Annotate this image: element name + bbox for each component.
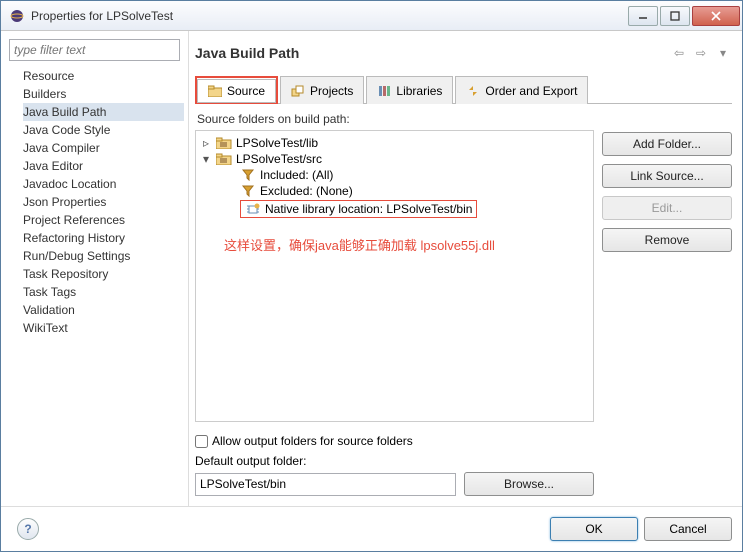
tree-child-node[interactable]: Excluded: (None): [224, 183, 589, 199]
filter-icon: [240, 184, 256, 198]
tree-node[interactable]: ▾LPSolveTest/src: [200, 151, 589, 167]
source-folders-tree[interactable]: ▹LPSolveTest/lib▾LPSolveTest/srcIncluded…: [195, 130, 594, 422]
page-title: Java Build Path: [195, 45, 666, 61]
tree-node[interactable]: ▹LPSolveTest/lib: [200, 135, 589, 151]
link-source-button[interactable]: Link Source...: [602, 164, 732, 188]
sidebar-item-task-tags[interactable]: Task Tags: [23, 283, 184, 301]
sidebar-item-refactoring-history[interactable]: Refactoring History: [23, 229, 184, 247]
sidebar-item-builders[interactable]: Builders: [23, 85, 184, 103]
category-list: ResourceBuildersJava Build PathJava Code…: [5, 67, 184, 337]
cancel-button[interactable]: Cancel: [644, 517, 732, 541]
sidebar-item-java-editor[interactable]: Java Editor: [23, 157, 184, 175]
window-title: Properties for LPSolveTest: [31, 9, 626, 23]
tree-child-node[interactable]: Included: (All): [224, 167, 589, 183]
edit-button[interactable]: Edit...: [602, 196, 732, 220]
sidebar-item-resource[interactable]: Resource: [23, 67, 184, 85]
titlebar: Properties for LPSolveTest: [1, 1, 742, 31]
sidebar-item-json-properties[interactable]: Json Properties: [23, 193, 184, 211]
filter-box: [9, 39, 180, 61]
tree-area: Source folders on build path: ▹LPSolveTe…: [195, 104, 594, 506]
browse-button[interactable]: Browse...: [464, 472, 594, 496]
sidebar-item-javadoc-location[interactable]: Javadoc Location: [23, 175, 184, 193]
dialog-button-bar: ? OK Cancel: [1, 506, 742, 551]
dialog-right-buttons: OK Cancel: [550, 517, 732, 541]
sidebar-item-validation[interactable]: Validation: [23, 301, 184, 319]
sidebar-item-task-repository[interactable]: Task Repository: [23, 265, 184, 283]
page-header: Java Build Path ⇦ ⇨ ▾: [195, 35, 732, 71]
default-output-label: Default output folder:: [195, 454, 594, 468]
sidebar-item-java-build-path[interactable]: Java Build Path: [23, 103, 184, 121]
sidebar-item-run-debug-settings[interactable]: Run/Debug Settings: [23, 247, 184, 265]
minimize-button[interactable]: [628, 6, 658, 26]
main-panel: Java Build Path ⇦ ⇨ ▾ SourceProjectsLibr…: [189, 31, 742, 506]
help-button[interactable]: ?: [17, 518, 39, 540]
order-export-icon: [466, 84, 480, 98]
eclipse-icon: [9, 8, 25, 24]
source-folder-icon: [208, 84, 222, 98]
dialog-body: ResourceBuildersJava Build PathJava Code…: [1, 31, 742, 506]
view-menu-button[interactable]: ▾: [714, 44, 732, 62]
allow-output-label: Allow output folders for source folders: [212, 434, 413, 448]
remove-button[interactable]: Remove: [602, 228, 732, 252]
native-library-icon: [245, 202, 261, 216]
highlight-native-library: Native library location: LPSolveTest/bin: [240, 200, 477, 218]
bottom-area: Allow output folders for source folders …: [195, 422, 594, 506]
tab-order-and-export[interactable]: Order and Export: [455, 76, 588, 104]
package-folder-icon: [216, 136, 232, 150]
libraries-icon: [377, 84, 391, 98]
sidebar-item-wikitext[interactable]: WikiText: [23, 319, 184, 337]
annotation-text: 这样设置，确保java能够正确加载 lpsolve55j.dll: [224, 235, 589, 254]
expand-icon[interactable]: ▹: [200, 136, 212, 150]
collapse-icon[interactable]: ▾: [200, 152, 212, 166]
content-row: Source folders on build path: ▹LPSolveTe…: [195, 104, 732, 506]
category-sidebar: ResourceBuildersJava Build PathJava Code…: [1, 31, 189, 506]
tree-label: Source folders on build path:: [197, 112, 594, 126]
filter-icon: [240, 168, 256, 182]
projects-icon: [291, 84, 305, 98]
tab-source[interactable]: Source: [197, 79, 276, 103]
tab-libraries[interactable]: Libraries: [366, 76, 453, 104]
close-button[interactable]: [692, 6, 740, 26]
properties-dialog: Properties for LPSolveTest ResourceBuild…: [0, 0, 743, 552]
default-output-row: Browse...: [195, 472, 594, 496]
ok-button[interactable]: OK: [550, 517, 638, 541]
highlight-source-tab: Source: [195, 76, 278, 104]
sidebar-item-java-compiler[interactable]: Java Compiler: [23, 139, 184, 157]
sidebar-item-java-code-style[interactable]: Java Code Style: [23, 121, 184, 139]
back-button[interactable]: ⇦: [670, 44, 688, 62]
maximize-button[interactable]: [660, 6, 690, 26]
add-folder-button[interactable]: Add Folder...: [602, 132, 732, 156]
filter-input[interactable]: [9, 39, 180, 61]
window-buttons: [626, 6, 740, 26]
tree-child-node[interactable]: Native library location: LPSolveTest/bin: [224, 199, 589, 219]
default-output-input[interactable]: [195, 473, 456, 496]
forward-button[interactable]: ⇨: [692, 44, 710, 62]
tab-bar: SourceProjectsLibrariesOrder and Export: [195, 75, 732, 104]
package-folder-icon: [216, 152, 232, 166]
allow-output-checkbox[interactable]: [195, 435, 208, 448]
side-buttons: Add Folder... Link Source... Edit... Rem…: [602, 104, 732, 506]
allow-output-row: Allow output folders for source folders: [195, 434, 594, 448]
sidebar-item-project-references[interactable]: Project References: [23, 211, 184, 229]
tab-projects[interactable]: Projects: [280, 76, 364, 104]
